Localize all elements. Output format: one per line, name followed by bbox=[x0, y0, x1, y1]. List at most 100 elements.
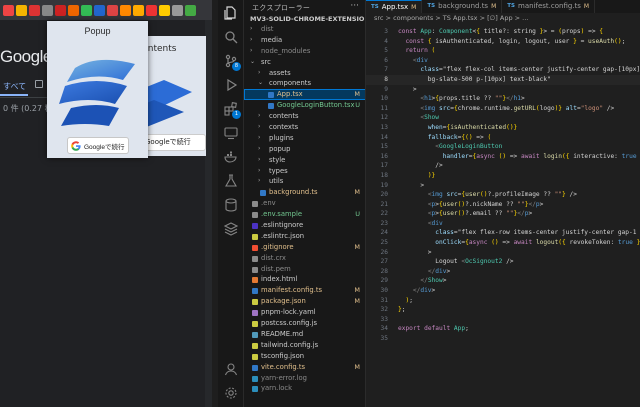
tree-file[interactable]: .gitignore M bbox=[244, 242, 365, 253]
database-icon[interactable] bbox=[224, 198, 238, 212]
code-line[interactable]: 22 <p>{user()?.email ?? ""}</p> bbox=[366, 209, 640, 219]
tab-images-icon[interactable] bbox=[35, 80, 43, 88]
code-line[interactable]: 28 </div> bbox=[366, 267, 640, 277]
tree-folder[interactable]: › contexts bbox=[244, 122, 365, 133]
chevron-right-icon[interactable]: › bbox=[258, 155, 260, 166]
tree-file[interactable]: App.tsx M bbox=[244, 89, 365, 101]
settings-gear-icon[interactable] bbox=[224, 386, 238, 400]
tree-file[interactable]: background.ts M bbox=[244, 187, 365, 198]
code-line[interactable]: 10 <h1>{props.title ?? ""}</h1> bbox=[366, 94, 640, 104]
google-login-button[interactable]: Googleで続行 bbox=[142, 134, 206, 151]
chevron-right-icon[interactable]: › bbox=[258, 111, 260, 122]
tree-folder[interactable]: › contents bbox=[244, 111, 365, 122]
tree-folder[interactable]: › plugins bbox=[244, 133, 365, 144]
tree-file[interactable]: package.json M bbox=[244, 296, 365, 307]
chevron-down-icon[interactable]: ⌄ bbox=[250, 57, 255, 68]
scrollbar-track[interactable] bbox=[205, 20, 212, 407]
bookmark-icon[interactable] bbox=[120, 4, 131, 16]
code-line[interactable]: 25 onClick={async () => await logout({ r… bbox=[366, 238, 640, 248]
editor-tab[interactable]: TS manifest.config.ts M bbox=[502, 0, 596, 13]
code-line[interactable]: 11 <img src={chrome.runtime.getURL(logo)… bbox=[366, 104, 640, 114]
code-line[interactable]: 33 bbox=[366, 315, 640, 325]
tree-file[interactable]: .eslintrc.json bbox=[244, 231, 365, 242]
code-line[interactable]: 17 /> bbox=[366, 161, 640, 171]
tab-all[interactable]: すべて bbox=[3, 81, 26, 92]
tree-file[interactable]: manifest.config.ts M bbox=[244, 285, 365, 296]
code-line[interactable]: 6 <div bbox=[366, 56, 640, 66]
code-line[interactable]: 19 > bbox=[366, 181, 640, 191]
tree-file[interactable]: yarn.lock bbox=[244, 383, 365, 394]
tree-file[interactable]: tsconfig.json bbox=[244, 351, 365, 362]
tree-file[interactable]: postcss.config.js bbox=[244, 318, 365, 329]
tree-file[interactable]: GoogleLoginButton.tsx U bbox=[244, 100, 365, 111]
tree-folder[interactable]: › popup bbox=[244, 144, 365, 155]
code-line[interactable]: 21 <p>{user()?.nickName ?? ""}</p> bbox=[366, 200, 640, 210]
bookmark-icon[interactable] bbox=[29, 4, 40, 16]
code-line[interactable]: 24 class="flex flex-row items-center jus… bbox=[366, 228, 640, 238]
chevron-right-icon[interactable]: › bbox=[258, 166, 260, 177]
code-line[interactable]: 4 const { isAuthenticated, login, logout… bbox=[366, 37, 640, 47]
code-line[interactable]: 18 )} bbox=[366, 171, 640, 181]
tree-folder[interactable]: › utils bbox=[244, 176, 365, 187]
code-line[interactable]: 34 export default App; bbox=[366, 324, 640, 334]
code-line[interactable]: 26 > bbox=[366, 248, 640, 258]
search-icon[interactable] bbox=[224, 30, 238, 44]
bookmark-icon[interactable] bbox=[94, 4, 105, 16]
code-line[interactable]: 12 <Show bbox=[366, 113, 640, 123]
bookmark-icon[interactable] bbox=[146, 4, 157, 16]
tree-folder[interactable]: › types bbox=[244, 166, 365, 177]
tree-file[interactable]: index.html bbox=[244, 274, 365, 285]
bookmark-icon[interactable] bbox=[107, 4, 118, 16]
tree-file[interactable]: .env bbox=[244, 198, 365, 209]
code-line[interactable]: 29 </Show> bbox=[366, 276, 640, 286]
chevron-right-icon[interactable]: › bbox=[250, 35, 252, 46]
bookmark-icon[interactable] bbox=[81, 4, 92, 16]
chevron-right-icon[interactable]: › bbox=[258, 133, 260, 144]
code-line[interactable]: 16 handler={async () => await login({ in… bbox=[366, 152, 640, 162]
code-line[interactable]: 3 const App: Component<{ title?: string }… bbox=[366, 27, 640, 37]
chevron-right-icon[interactable]: › bbox=[258, 122, 260, 133]
bookmark-icon[interactable] bbox=[3, 4, 14, 16]
tree-file[interactable]: .eslintignore bbox=[244, 220, 365, 231]
bookmark-icon[interactable] bbox=[55, 4, 66, 16]
testing-flask-icon[interactable] bbox=[224, 174, 238, 188]
tree-file[interactable]: README.md bbox=[244, 329, 365, 340]
google-login-button[interactable]: Googleで続行 bbox=[67, 137, 129, 154]
tree-file[interactable]: dist.crx bbox=[244, 253, 365, 264]
remote-explorer-icon[interactable] bbox=[224, 126, 238, 140]
chevron-down-icon[interactable]: ⌄ bbox=[258, 78, 263, 89]
code-line[interactable]: 8 bg-slate-500 p-[10px] text-black" bbox=[366, 74, 640, 85]
bookmark-icon[interactable] bbox=[68, 4, 79, 16]
explorer-files-icon[interactable] bbox=[224, 6, 238, 20]
chevron-right-icon[interactable]: › bbox=[258, 68, 260, 79]
stack-layers-icon[interactable] bbox=[224, 222, 238, 236]
bookmark-icon[interactable] bbox=[133, 4, 144, 16]
tree-folder[interactable]: ⌄ components bbox=[244, 78, 365, 89]
tree-file[interactable]: .env.sample U bbox=[244, 209, 365, 220]
editor-tab[interactable]: TS App.tsx M bbox=[366, 0, 423, 13]
code-line[interactable]: 15 <GoogleLoginButton bbox=[366, 142, 640, 152]
tree-folder[interactable]: › media bbox=[244, 35, 365, 46]
chevron-right-icon[interactable]: › bbox=[258, 144, 260, 155]
tree-folder[interactable]: › node_modules bbox=[244, 46, 365, 57]
code-line[interactable]: 23 <div bbox=[366, 219, 640, 229]
bookmark-icon[interactable] bbox=[185, 4, 196, 16]
code-line[interactable]: 31 ); bbox=[366, 296, 640, 306]
code-line[interactable]: 30 </div> bbox=[366, 286, 640, 296]
tree-file[interactable]: vite.config.ts M bbox=[244, 362, 365, 373]
code-line[interactable]: 13 when={isAuthenticated()} bbox=[366, 123, 640, 133]
code-line[interactable]: 27 Logout <OcSignout2 /> bbox=[366, 257, 640, 267]
project-folder-header[interactable]: MV3-SOLID-CHROME-EXTENSION-TE... bbox=[250, 15, 365, 23]
run-debug-icon[interactable] bbox=[224, 78, 238, 92]
more-actions-icon[interactable]: ··· bbox=[350, 1, 359, 11]
tree-file[interactable]: dist.pem bbox=[244, 264, 365, 275]
code-line[interactable]: 5 return ( bbox=[366, 46, 640, 56]
code-line[interactable]: 14 fallback={() => ( bbox=[366, 133, 640, 143]
chevron-right-icon[interactable]: › bbox=[258, 176, 260, 187]
code-line[interactable]: 7 class="flex flex-col items-center just… bbox=[366, 65, 640, 75]
bookmark-icon[interactable] bbox=[159, 4, 170, 16]
code-line[interactable]: 20 <img src={user()?.profileImage ?? ""}… bbox=[366, 190, 640, 200]
account-icon[interactable] bbox=[224, 362, 238, 376]
bookmark-icon[interactable] bbox=[16, 4, 27, 16]
tree-folder[interactable]: ⌄ src bbox=[244, 57, 365, 68]
